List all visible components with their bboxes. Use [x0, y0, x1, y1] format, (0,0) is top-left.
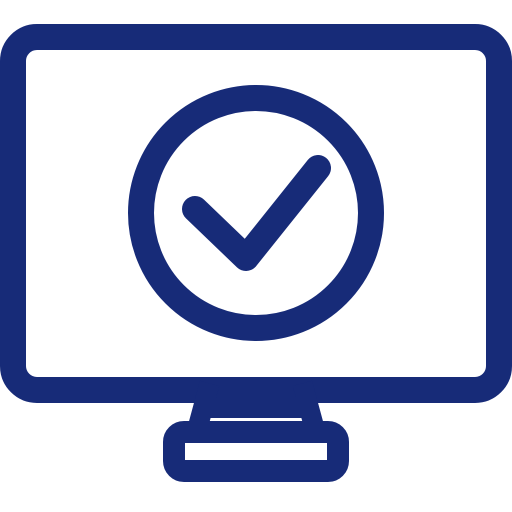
checkmark-icon: [182, 155, 331, 271]
monitor-check-svg: [0, 24, 512, 482]
check-circle: [128, 85, 384, 341]
monitor-check-icon: [0, 0, 512, 512]
monitor-base: [163, 421, 349, 482]
